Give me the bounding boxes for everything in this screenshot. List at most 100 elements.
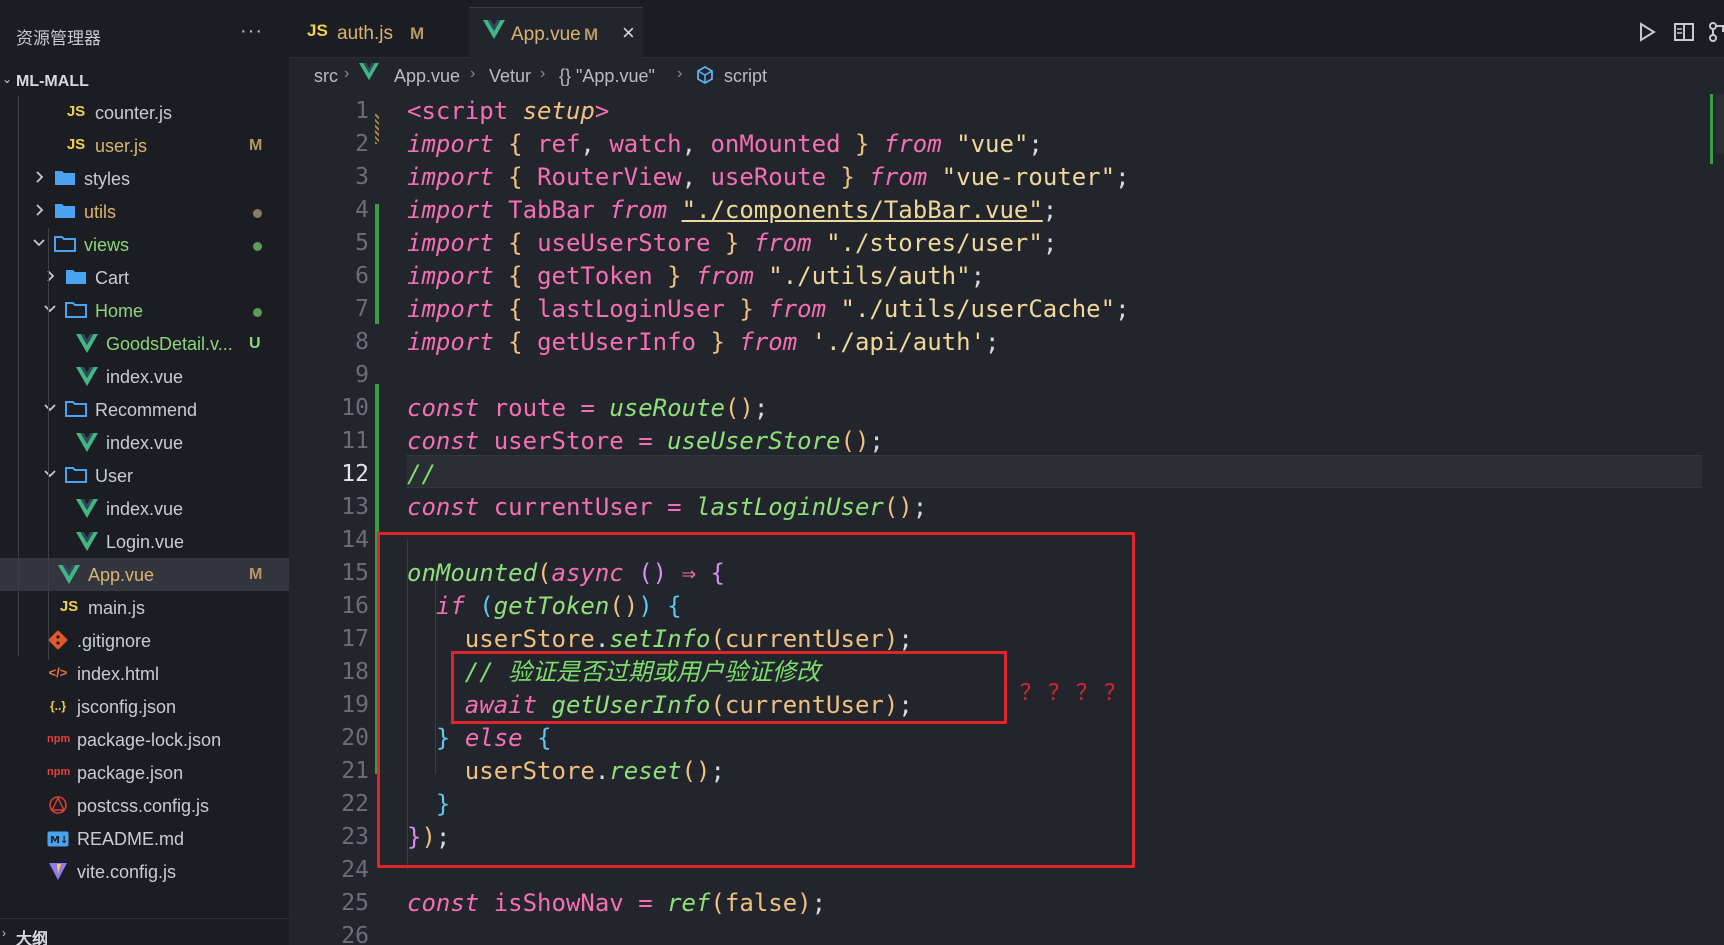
- breadcrumb-file[interactable]: App.vue: [394, 66, 460, 87]
- code-line: 1 <script setup>: [289, 95, 1724, 128]
- vue-file-icon: [483, 20, 505, 45]
- breadcrumb-src[interactable]: src: [314, 66, 338, 87]
- tree-item[interactable]: JS main.js: [0, 591, 289, 624]
- code-token: import: [407, 262, 494, 290]
- vue-file-icon: [359, 63, 379, 86]
- code-token: =: [638, 889, 653, 917]
- line-number: 10: [341, 395, 369, 421]
- code-token: ;: [1115, 163, 1130, 191]
- tree-item-label: styles: [84, 169, 131, 189]
- chevron-right-icon[interactable]: [43, 268, 57, 284]
- code-token: from: [609, 196, 668, 224]
- outline-section[interactable]: › 大纲: [0, 918, 289, 945]
- code-token: RouterView: [537, 163, 682, 191]
- chevron-down-icon[interactable]: [43, 301, 57, 317]
- tree-item[interactable]: {..} jsconfig.json: [0, 690, 289, 723]
- tree-item-label: views: [84, 235, 130, 255]
- run-icon[interactable]: [1635, 20, 1659, 44]
- breadcrumb-symbol[interactable]: script: [724, 66, 767, 87]
- code-token: import: [407, 328, 494, 356]
- tree-item[interactable]: Home: [0, 294, 289, 327]
- tree-item[interactable]: JS counter.js: [0, 96, 289, 129]
- tree-item[interactable]: Login.vue: [0, 525, 289, 558]
- close-icon[interactable]: ×: [622, 20, 635, 46]
- more-actions-icon[interactable]: ···: [240, 20, 263, 43]
- breadcrumb-block[interactable]: {} "App.vue": [559, 66, 655, 87]
- code-line: 12 //: [289, 458, 1724, 491]
- modified-badge: M: [249, 137, 263, 154]
- code-line: 3 import { RouterView, useRoute } from "v…: [289, 161, 1724, 194]
- tree-item-label: index.vue: [106, 499, 184, 519]
- tree-item[interactable]: views: [0, 228, 289, 261]
- tree-item[interactable]: index.vue: [0, 360, 289, 393]
- code-token: false: [724, 889, 798, 917]
- code-token: }: [739, 295, 754, 323]
- code-text: const userStore = useUserStore();: [407, 425, 884, 458]
- tree-item[interactable]: JS user.js M: [0, 129, 289, 162]
- chevron-down-icon[interactable]: [43, 466, 57, 482]
- chevron-down-icon[interactable]: [32, 235, 46, 251]
- tree-item-label: utils: [84, 202, 117, 222]
- json-file-icon: {..}: [49, 699, 66, 713]
- vue-file-icon: [76, 499, 98, 519]
- vite-file-icon: [47, 861, 69, 881]
- folder-icon: [54, 169, 76, 189]
- code-token: ref: [537, 130, 581, 158]
- chevron-down-icon[interactable]: [43, 400, 57, 416]
- source-control-icon[interactable]: [1707, 20, 1724, 44]
- code-token: ;: [1042, 196, 1058, 224]
- tree-item[interactable]: styles: [0, 162, 289, 195]
- tree-item-label: App.vue: [88, 565, 155, 585]
- svg-text:M↓: M↓: [50, 835, 68, 846]
- code-token: {: [508, 295, 523, 323]
- chevron-right-icon: ›: [2, 926, 6, 940]
- tree-item-label: Cart: [95, 268, 130, 288]
- tree-item[interactable]: index.vue: [0, 492, 289, 525]
- tree-item[interactable]: Recommend: [0, 393, 289, 426]
- breadcrumb-vetur[interactable]: Vetur: [489, 66, 531, 87]
- tree-item[interactable]: </> index.html: [0, 657, 289, 690]
- tree-item[interactable]: postcss.config.js: [0, 789, 289, 822]
- tree-item[interactable]: npm package-lock.json: [0, 723, 289, 756]
- tree-item[interactable]: App.vue M: [0, 558, 289, 591]
- tree-item[interactable]: M↓ README.md: [0, 822, 289, 855]
- tree-item[interactable]: utils: [0, 195, 289, 228]
- tree-item[interactable]: .gitignore: [0, 624, 289, 657]
- tree-item[interactable]: npm package.json: [0, 756, 289, 789]
- chevron-right-icon[interactable]: [32, 169, 46, 185]
- tree-item[interactable]: vite.config.js: [0, 855, 289, 888]
- tab-auth-js[interactable]: JS auth.js M: [289, 7, 427, 58]
- code-token: (: [710, 889, 725, 917]
- preview-split-icon[interactable]: [1672, 20, 1696, 44]
- tree-item[interactable]: index.vue: [0, 426, 289, 459]
- tree-item-label: .gitignore: [77, 631, 152, 651]
- code-line: 6 import { getToken } from "./utils/auth"…: [289, 260, 1724, 293]
- code-token: ;: [869, 427, 884, 455]
- markdown-file-icon: M↓: [47, 831, 69, 851]
- code-text: import { useUserStore } from "./stores/u…: [407, 227, 1057, 260]
- tree-item[interactable]: Cart: [0, 261, 289, 294]
- tab-label: App.vue: [511, 24, 581, 45]
- tree-item-label: user.js: [95, 136, 148, 156]
- tree-item[interactable]: GoodsDetail.v... U: [0, 327, 289, 360]
- code-token: setup: [522, 97, 595, 125]
- code-token: lastLoginUser: [696, 493, 884, 521]
- code-token: }: [667, 262, 682, 290]
- tree-item[interactable]: User: [0, 459, 289, 492]
- chevron-right-icon: ›: [470, 65, 476, 82]
- chevron-right-icon[interactable]: [32, 202, 46, 218]
- scrollbar-thumb[interactable]: [1716, 94, 1724, 154]
- project-root-folder[interactable]: ⌄ ML-MALL: [0, 66, 289, 96]
- tab-app-vue[interactable]: App.vue M ×: [469, 7, 643, 58]
- code-token: "./utils/userCache": [840, 295, 1116, 323]
- symbol-icon: [695, 65, 715, 90]
- code-token: {: [508, 130, 523, 158]
- code-token: const: [407, 394, 480, 422]
